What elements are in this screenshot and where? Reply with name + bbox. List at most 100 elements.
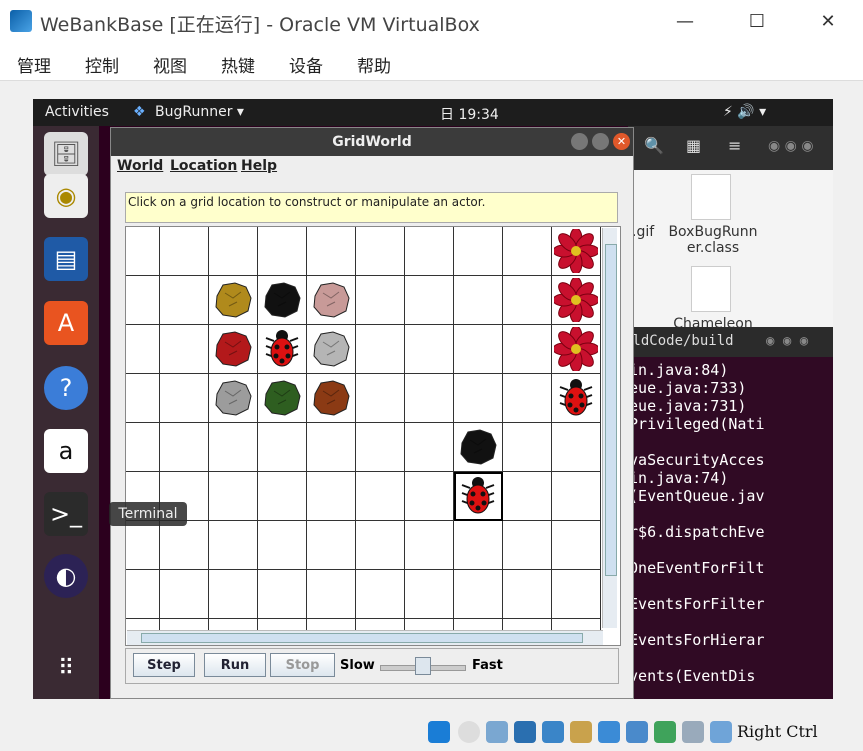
recording-icon[interactable] <box>626 721 648 743</box>
grid-cell[interactable] <box>160 227 209 276</box>
grid-cell[interactable] <box>503 570 552 619</box>
stop-button[interactable]: Stop <box>270 653 335 677</box>
grid-cell[interactable] <box>454 227 503 276</box>
grid-cell[interactable] <box>405 423 454 472</box>
grid-cell[interactable] <box>126 276 160 325</box>
flower-actor[interactable] <box>554 229 598 273</box>
clock[interactable]: 日 19:34 <box>440 104 499 124</box>
run-button[interactable]: Run <box>204 653 266 677</box>
grid-cell[interactable] <box>356 276 405 325</box>
grid-cell[interactable] <box>209 521 258 570</box>
bug-actor[interactable] <box>554 376 598 420</box>
view-toggle-icon[interactable]: ▦ <box>686 136 701 155</box>
grid-cell[interactable] <box>126 227 160 276</box>
grid-cell[interactable] <box>356 570 405 619</box>
grid-cell[interactable] <box>503 423 552 472</box>
grid-cell[interactable] <box>258 521 307 570</box>
show-apps-icon[interactable]: ⠿ <box>44 646 88 690</box>
grid-cell[interactable] <box>552 423 601 472</box>
rock-actor[interactable] <box>260 278 304 322</box>
grid-cell[interactable] <box>209 472 258 521</box>
grid-cell[interactable] <box>209 570 258 619</box>
help-icon[interactable]: ? <box>44 366 88 410</box>
mouse-integration-icon[interactable] <box>682 721 704 743</box>
activities-button[interactable]: Activities <box>45 104 109 120</box>
grid-cell[interactable] <box>356 423 405 472</box>
horizontal-scrollbar[interactable] <box>127 630 603 645</box>
menu-control[interactable]: 控制 <box>85 52 119 77</box>
close-button[interactable]: ✕ <box>805 8 851 36</box>
grid-cell[interactable] <box>160 423 209 472</box>
grid-cell[interactable] <box>356 472 405 521</box>
grid-cell[interactable] <box>503 325 552 374</box>
vertical-scrollbar[interactable] <box>602 228 617 628</box>
grid-cell[interactable] <box>503 374 552 423</box>
step-button[interactable]: Step <box>133 653 195 677</box>
shared-folders-icon[interactable] <box>570 721 592 743</box>
grid[interactable] <box>125 226 621 646</box>
grid-cell[interactable] <box>356 374 405 423</box>
usb-icon[interactable] <box>542 721 564 743</box>
gw-close-icon[interactable]: ✕ <box>613 133 630 150</box>
rhythmbox-icon[interactable]: ◉ <box>44 174 88 218</box>
grid-cell[interactable] <box>258 472 307 521</box>
grid-cell[interactable] <box>307 521 356 570</box>
menu-help[interactable]: 帮助 <box>357 52 391 77</box>
grid-cell[interactable] <box>258 423 307 472</box>
menu-location[interactable]: Location <box>170 158 237 174</box>
grid-cell[interactable] <box>126 325 160 374</box>
network-icon[interactable] <box>514 721 536 743</box>
grid-cell[interactable] <box>258 570 307 619</box>
grid-cell[interactable] <box>160 521 209 570</box>
grid-cell[interactable] <box>307 227 356 276</box>
grid-cell[interactable] <box>552 521 601 570</box>
gw-maximize-icon[interactable] <box>592 133 609 150</box>
system-tray[interactable]: ⚡ 🔊 ▾ <box>723 104 766 120</box>
grid-cell[interactable] <box>209 227 258 276</box>
maximize-button[interactable]: ☐ <box>734 8 780 36</box>
grid-cell[interactable] <box>307 472 356 521</box>
menu-world[interactable]: World <box>117 158 163 174</box>
grid-cell[interactable] <box>454 374 503 423</box>
grid-cell[interactable] <box>356 227 405 276</box>
grid-cell[interactable] <box>552 472 601 521</box>
amazon-icon[interactable]: a <box>44 429 88 473</box>
grid-cell[interactable] <box>454 276 503 325</box>
java-class-file-icon[interactable] <box>691 174 731 220</box>
java-class-file-icon[interactable] <box>691 266 731 312</box>
libreoffice-writer-icon[interactable]: ▤ <box>44 237 88 281</box>
optical-drive-icon[interactable] <box>458 721 480 743</box>
menu-view[interactable]: 视图 <box>153 52 187 77</box>
rock-actor[interactable] <box>309 278 353 322</box>
minimize-button[interactable]: — <box>662 8 708 36</box>
hamburger-menu-icon[interactable]: ≡ <box>728 136 741 155</box>
vertical-scroll-thumb[interactable] <box>605 244 617 576</box>
app-menu[interactable]: BugRunner ▾ <box>155 104 244 120</box>
menu-gw-help[interactable]: Help <box>241 158 277 174</box>
menu-devices[interactable]: 设备 <box>289 52 323 77</box>
grid-cell[interactable] <box>405 374 454 423</box>
grid-cell[interactable] <box>307 570 356 619</box>
hdd-icon[interactable] <box>428 721 450 743</box>
grid-cell[interactable] <box>552 570 601 619</box>
grid-cell[interactable] <box>307 423 356 472</box>
rock-actor[interactable] <box>211 376 255 420</box>
grid-cell[interactable] <box>258 227 307 276</box>
cpu-icon[interactable] <box>654 721 676 743</box>
grid-cell[interactable] <box>454 570 503 619</box>
eclipse-icon[interactable]: ◐ <box>44 554 88 598</box>
grid-cell[interactable] <box>405 276 454 325</box>
grid-cell[interactable] <box>405 227 454 276</box>
terminal-window[interactable]: rldCode/build ◉ ◉ ◉ ain.java:84) ueue.jav… <box>618 327 833 699</box>
grid-cell[interactable] <box>356 325 405 374</box>
terminal-window-controls-icon[interactable]: ◉ ◉ ◉ <box>766 333 808 349</box>
flower-actor[interactable] <box>554 278 598 322</box>
horizontal-scroll-thumb[interactable] <box>141 633 583 643</box>
grid-cell[interactable] <box>126 521 160 570</box>
grid-cell[interactable] <box>405 472 454 521</box>
search-icon[interactable]: 🔍 <box>644 136 664 155</box>
grid-cell[interactable] <box>454 521 503 570</box>
guest-screen[interactable]: Activities ❖ BugRunner ▾ 日 19:34 ⚡ 🔊 ▾ 🗄… <box>33 99 833 699</box>
grid-cell[interactable] <box>126 374 160 423</box>
terminal-icon[interactable]: >_ <box>44 492 88 536</box>
